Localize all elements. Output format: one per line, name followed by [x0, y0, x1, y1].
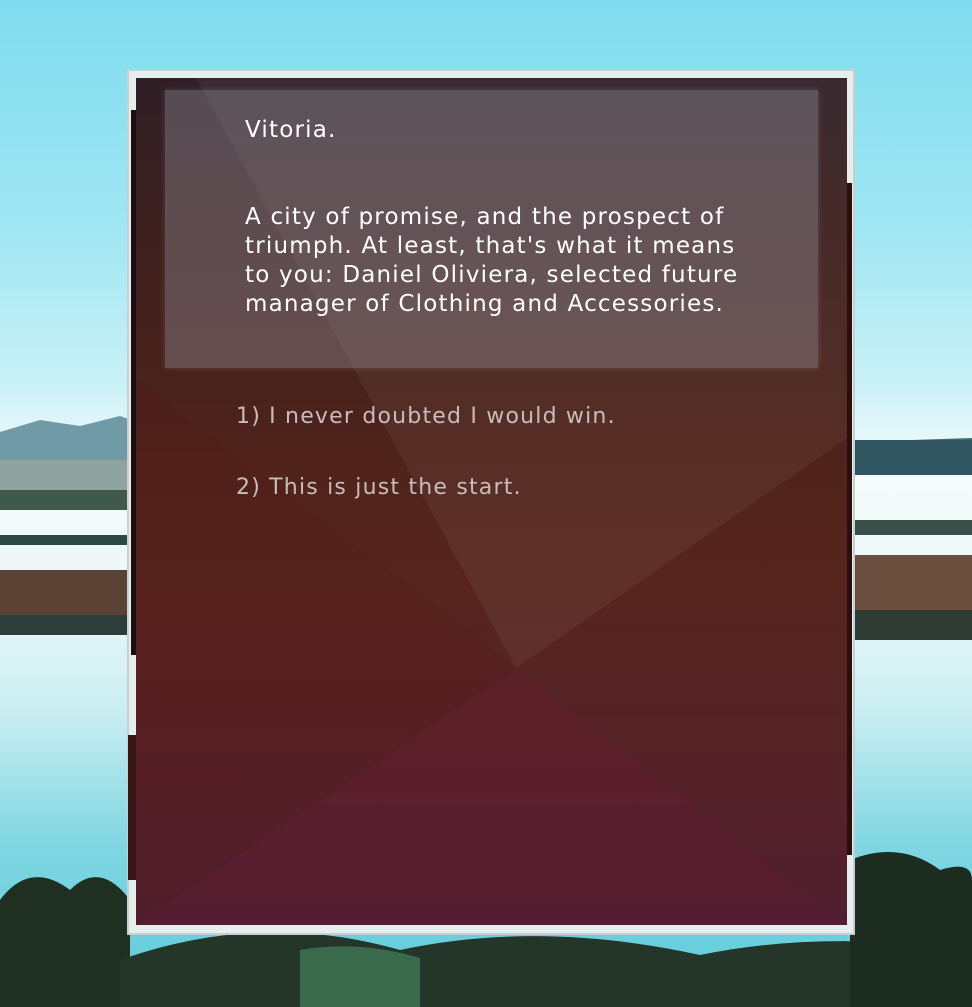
narration-text: Vitoria. A city of promise, and the prosp…	[245, 116, 745, 319]
choice-option-2[interactable]: 2) This is just the start.	[236, 475, 522, 500]
choice-option-1[interactable]: 1) I never doubted I would win.	[236, 404, 616, 429]
narration-body: A city of promise, and the prospect of t…	[245, 204, 739, 317]
game-scene: Vitoria. A city of promise, and the prosp…	[0, 0, 972, 1007]
location-title: Vitoria.	[245, 117, 337, 143]
